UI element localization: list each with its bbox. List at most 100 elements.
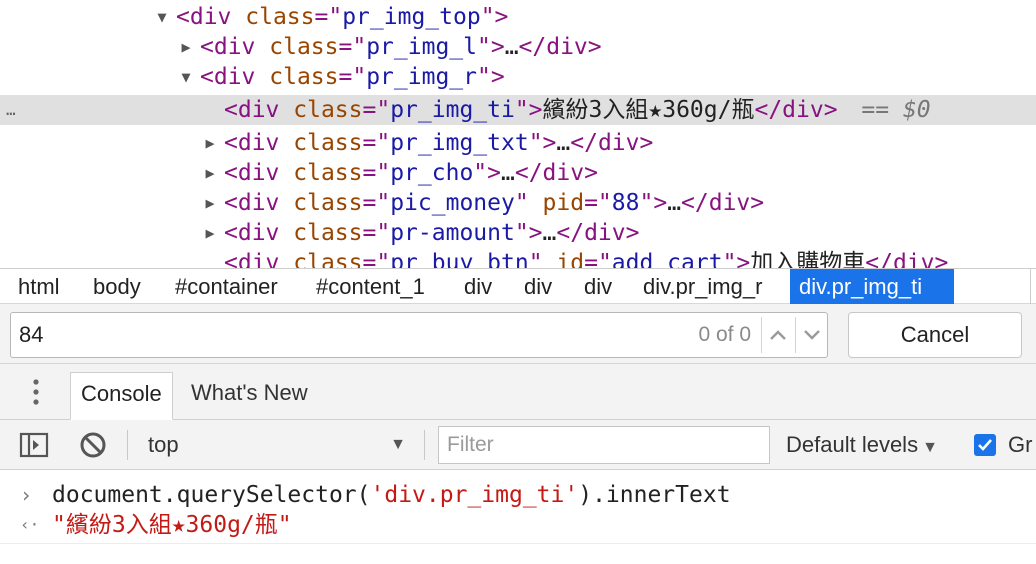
tag-open: <div <box>176 4 246 30</box>
tab-console[interactable]: Console <box>70 372 173 420</box>
breadcrumb-item[interactable]: div <box>575 269 621 304</box>
attr-eq: =" <box>338 64 367 90</box>
cancel-button[interactable]: Cancel <box>848 312 1022 358</box>
log-levels-dropdown[interactable]: Default levels ▼ <box>786 426 938 464</box>
divider <box>761 317 762 353</box>
tag-open: <div <box>224 250 294 268</box>
block-icon <box>80 432 106 458</box>
tree-node-selected[interactable]: … <div class="pr_img_ti">繽紛3入組★360g/瓶</d… <box>0 95 1036 125</box>
input-prompt-icon: › <box>20 483 33 507</box>
collapsed-ellipsis[interactable]: … <box>505 34 519 60</box>
attr-eq: =" <box>362 250 391 268</box>
collapsed-triangle-icon[interactable]: ▶ <box>201 128 219 158</box>
tag-open: <div <box>224 97 294 123</box>
breadcrumb-item[interactable]: div <box>515 269 561 304</box>
attr-name: class <box>269 64 339 90</box>
divider <box>795 317 796 353</box>
attr-value: pr_img_l <box>366 34 477 60</box>
group-similar-checkbox[interactable] <box>974 434 996 456</box>
tag-end: </div> <box>556 220 640 246</box>
selected-marker: == $0 <box>861 97 931 123</box>
attr-name: class <box>245 4 315 30</box>
tag-end: </div> <box>518 34 602 60</box>
attr-value: pr_buy_btn <box>390 250 529 268</box>
filter-input[interactable] <box>438 426 770 464</box>
collapsed-ellipsis[interactable]: … <box>667 190 681 216</box>
collapsed-triangle-icon[interactable]: ▶ <box>177 32 195 62</box>
search-input[interactable] <box>19 313 659 357</box>
tag-close: "> <box>514 97 543 123</box>
breadcrumb-item[interactable]: body <box>84 269 150 304</box>
context-selector[interactable]: top ▼ <box>140 426 412 464</box>
attr-eq: =" <box>584 250 612 268</box>
divider <box>424 430 425 460</box>
breadcrumb-divider <box>1030 269 1031 304</box>
tag-end: </div> <box>865 250 949 268</box>
sidebar-toggle-button[interactable] <box>18 429 50 461</box>
attr-value: pic_money <box>390 190 515 216</box>
attr-name: class <box>293 250 363 268</box>
breadcrumb-item[interactable]: #content_1 <box>307 269 434 304</box>
attr-eq: =" <box>362 97 391 123</box>
expanded-triangle-icon[interactable]: ▼ <box>153 2 171 32</box>
checkmark-icon <box>978 439 992 451</box>
tree-node[interactable]: ▼ <div class="pr_img_top"> <box>0 2 1036 32</box>
collapsed-triangle-icon[interactable]: ▶ <box>201 158 219 188</box>
node-text: 加入購物車 <box>750 250 866 268</box>
tree-node[interactable]: ▶ <div class="pr_img_l">…</div> <box>0 32 1036 62</box>
node-text: 繽紛3入組★360g/瓶 <box>542 97 755 123</box>
tree-node[interactable]: ▶ <div class="pic_money" pid="88">…</div… <box>0 188 1036 218</box>
search-next-button[interactable] <box>797 313 827 357</box>
chevron-up-icon <box>770 330 786 340</box>
divider <box>127 430 128 460</box>
breadcrumb-item[interactable]: #container <box>166 269 287 304</box>
console-output[interactable]: › document.querySelector('div.pr_img_ti'… <box>0 470 1036 564</box>
attr-value: pr_img_top <box>342 4 481 30</box>
breadcrumb-item[interactable]: html <box>9 269 69 304</box>
tag-close: "> <box>480 4 509 30</box>
more-dots-icon[interactable]: … <box>6 95 17 125</box>
breadcrumb-item[interactable]: div.pr_img_r <box>634 269 771 304</box>
attr-name: pid <box>528 190 585 216</box>
attr-eq: =" <box>362 190 391 216</box>
expanded-triangle-icon[interactable]: ▼ <box>177 62 195 92</box>
collapsed-ellipsis[interactable]: … <box>556 130 570 156</box>
tag-close: "> <box>476 64 505 90</box>
breadcrumb-item[interactable]: div <box>455 269 501 304</box>
tag-open: <div <box>224 190 294 216</box>
attr-eq: =" <box>362 130 391 156</box>
attr-name: id <box>542 250 585 268</box>
breadcrumb-item-active[interactable]: div.pr_img_ti <box>790 269 954 304</box>
collapsed-triangle-icon[interactable]: ▶ <box>201 188 219 218</box>
tree-node[interactable]: ▶ <div class="pr_cho">…</div> <box>0 158 1036 188</box>
drawer-tabbar: Console What's New <box>0 364 1036 420</box>
collapsed-ellipsis[interactable]: … <box>501 160 515 186</box>
attr-eq: =" <box>314 4 343 30</box>
attr-eq: =" <box>362 220 391 246</box>
attr-quote-close: " <box>528 250 543 268</box>
tree-node-partial[interactable]: <div class="pr_buy_btn" id="add_cart">加入… <box>0 248 1036 268</box>
tag-end: </div> <box>514 160 598 186</box>
result-value[interactable]: "繽紛3入組★360g/瓶" <box>52 510 292 540</box>
tag-close: "> <box>476 34 505 60</box>
tag-close: "> <box>514 220 543 246</box>
context-label: top <box>148 432 179 457</box>
caret-down-icon: ▼ <box>922 439 938 456</box>
tree-node[interactable]: ▶ <div class="pr-amount">…</div> <box>0 218 1036 248</box>
tab-whats-new[interactable]: What's New <box>181 372 318 420</box>
attr-quote-close: " <box>514 190 529 216</box>
tree-node[interactable]: ▼ <div class="pr_img_r"> <box>0 62 1036 92</box>
attr-value: 88 <box>611 190 640 216</box>
attr-name: class <box>293 220 363 246</box>
tree-node[interactable]: ▶ <div class="pr_img_txt">…</div> <box>0 128 1036 158</box>
tag-end: </div> <box>570 130 654 156</box>
search-box: 0 of 0 <box>10 312 828 358</box>
collapsed-ellipsis[interactable]: … <box>543 220 557 246</box>
attr-eq: =" <box>362 160 391 186</box>
search-previous-button[interactable] <box>763 313 793 357</box>
tag-open: <div <box>200 64 270 90</box>
collapsed-triangle-icon[interactable]: ▶ <box>201 218 219 248</box>
drawer-menu-button[interactable] <box>20 376 52 408</box>
clear-console-button[interactable] <box>77 429 109 461</box>
console-toolbar: top ▼ Default levels▼ Gr <box>0 420 1036 470</box>
